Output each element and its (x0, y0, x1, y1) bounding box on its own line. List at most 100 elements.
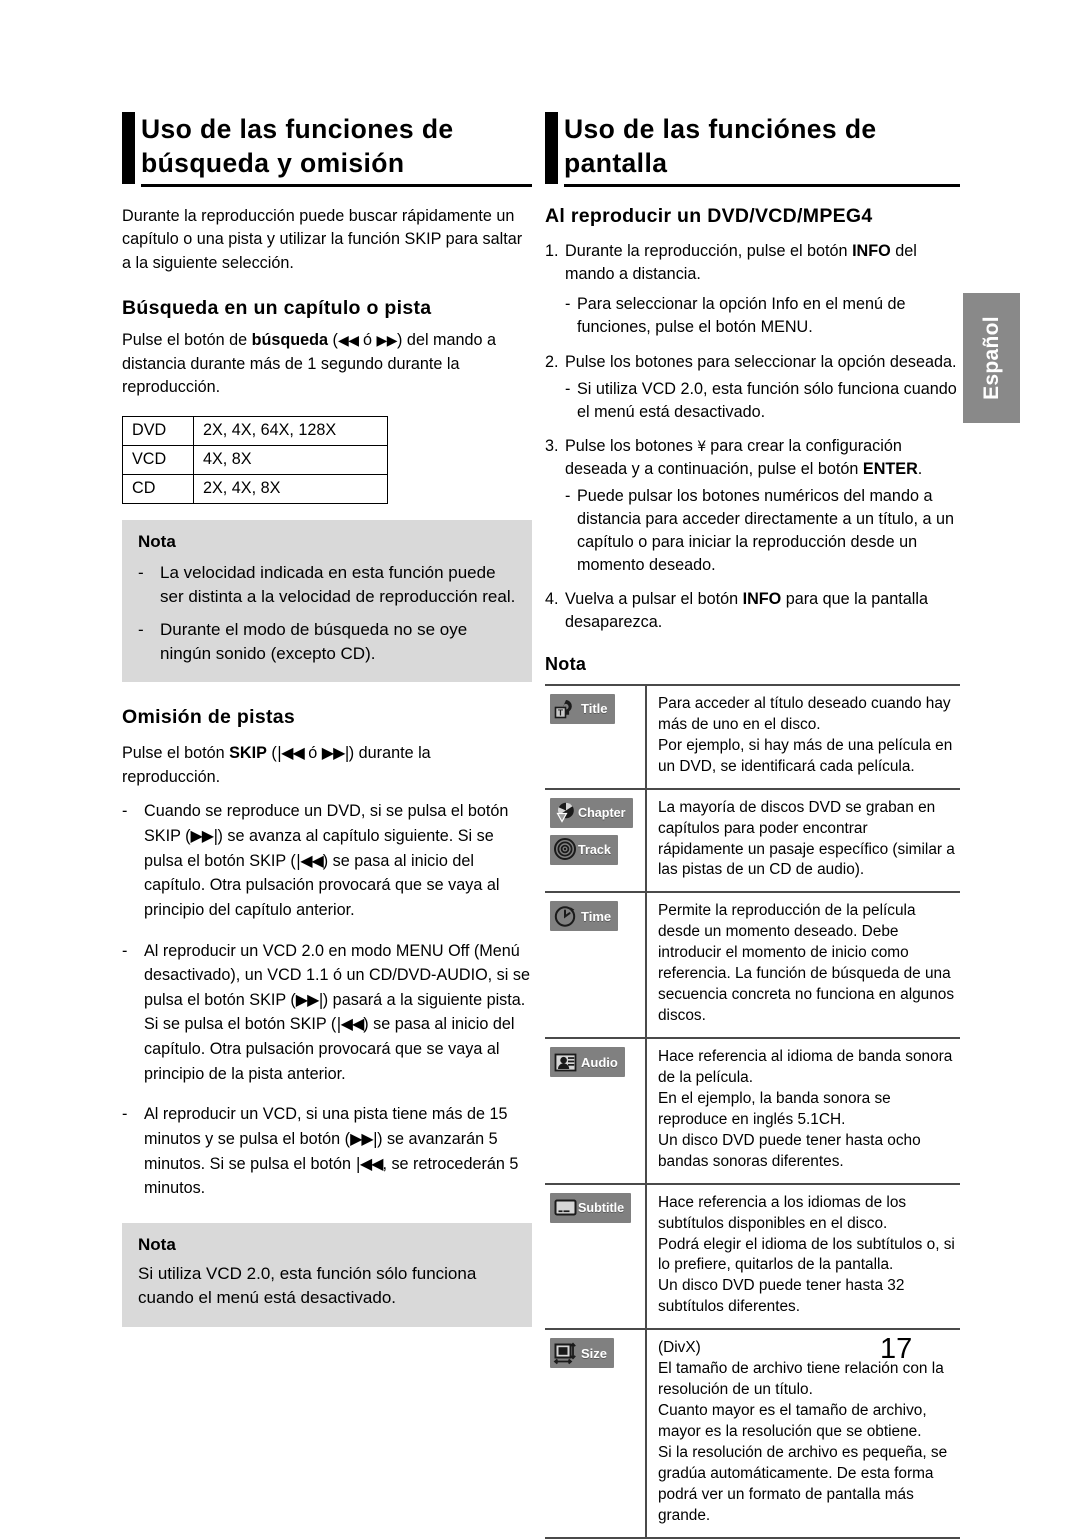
chapter-icon (553, 800, 578, 825)
manual-page: Uso de las funciones de búsqueda y omisi… (0, 0, 1080, 1539)
step-3-sub: - Puede pulsar los botones numéricos del… (565, 485, 960, 577)
list-item: - Al reproducir un VCD 2.0 en modo MENU … (122, 939, 532, 1087)
language-tab: Español (963, 293, 1020, 423)
list-item-text: Al reproducir un VCD, si una pista tiene… (144, 1102, 532, 1201)
table-row: CD 2X, 4X, 8X (122, 473, 388, 504)
legend-desc-cell: Para acceder al título deseado cuando ha… (646, 683, 960, 790)
legend-line: Permite la reproducción de la película d… (658, 902, 955, 1025)
step-sub-text: Puede pulsar los botones numéricos del m… (577, 486, 955, 574)
skip-next-icon: ▶▶| (321, 743, 350, 763)
time-badge-label: Time (581, 908, 612, 924)
step3-a: Pulse los botones (565, 436, 698, 455)
audio-icon (553, 1050, 578, 1075)
table-row: DVD 2X, 4X, 64X, 128X (122, 415, 388, 446)
legend-line: Un disco DVD puede tener hasta 32 subtít… (658, 1277, 905, 1316)
legend-line: Por ejemplo, si hay más de una película … (658, 736, 953, 775)
busqueda-bold: búsqueda (251, 331, 329, 350)
heading-accent-bar (122, 112, 135, 184)
step4-a: Vuelva a pulsar el botón (565, 589, 743, 608)
nota-title: Nota (138, 1234, 176, 1254)
skip-previous-icon: |◀◀ (355, 1153, 383, 1173)
nota-box-search: Nota - La velocidad indicada en esta fun… (122, 519, 532, 683)
subheading-busqueda: Búsqueda en un capítulo o pista (122, 297, 432, 320)
audio-badge: Audio (550, 1047, 625, 1077)
time-badge: Time (550, 901, 619, 932)
omision-lead-c: ( (266, 744, 277, 763)
left-column: Uso de las funciones de búsqueda y omisi… (122, 112, 532, 1328)
left-intro-paragraph: Durante la reproducción puede buscar ráp… (122, 206, 523, 272)
track-badge-label: Track (578, 842, 611, 857)
legend-icon-cell: Audio (545, 1038, 647, 1185)
nota-item-text: Durante el modo de búsqueda no se oye ni… (160, 620, 468, 664)
title-badge-label: Title (581, 701, 608, 717)
size-badge: Size (550, 1338, 615, 1369)
legend-line: Para acceder al título deseado cuando ha… (658, 694, 951, 733)
table-row: VCD 4X, 8X (122, 444, 388, 475)
legend-icon-cell: T Title (545, 683, 647, 790)
list-item: - Cuando se reproduce un DVD, si se puls… (122, 799, 532, 922)
language-tab-label: Español (979, 316, 1003, 400)
bullet-dash: - (122, 1105, 128, 1124)
bullet-dash: - (138, 562, 144, 582)
osd-icon-legend-table: T Title Para acceder al título deseado c… (545, 683, 960, 1539)
speed-format-dvd: DVD (122, 415, 194, 446)
legend-icon-cell: Time (545, 892, 647, 1039)
subheading-al-reproducir: Al reproducir un DVD/VCD/MPEG4 (545, 204, 873, 227)
busqueda-text-c: ( (328, 331, 338, 350)
legend-desc-cell: (DivX) El tamaño de archivo tiene relaci… (646, 1329, 960, 1539)
legend-line: Podrá elegir el idioma de los subtítulos… (658, 1235, 955, 1274)
subheading-omision: Omisión de pistas (122, 706, 296, 729)
table-row-audio: Audio Hace referencia al idioma de banda… (545, 1038, 960, 1185)
step3-c: . (917, 459, 923, 478)
skip-next-icon: ▶▶| (190, 826, 218, 846)
subtitle-badge-label: Subtitle (578, 1200, 625, 1215)
step-2-sub: - Si utiliza VCD 2.0, esta función sólo … (565, 378, 960, 424)
busqueda-text-a: Pulse el botón de (122, 331, 252, 350)
nota-box-skip: Nota Si utiliza VCD 2.0, esta función só… (122, 1222, 532, 1328)
nota-text: Si utiliza VCD 2.0, esta función sólo fu… (138, 1263, 477, 1308)
step-sub-text: Si utiliza VCD 2.0, esta función sólo fu… (577, 379, 957, 421)
right-heading-text: Uso de las funciónes de pantalla (564, 114, 877, 179)
step-number: 4. (545, 589, 559, 608)
busqueda-paragraph: Pulse el botón de búsqueda (◀◀ ó ▶▶) del… (122, 329, 532, 399)
subtitle-badge: Subtitle (550, 1192, 632, 1223)
legend-line: Si la resolución de archivo es pequeña, … (658, 1443, 948, 1524)
step2-b: para seleccionar la opción deseada. (697, 352, 957, 371)
nota-heading-right: Nota (545, 653, 587, 674)
nota-item: - La velocidad indicada en esta función … (138, 561, 516, 609)
size-icon (553, 1341, 578, 1366)
legend-icon-cell: Chapter Track (545, 788, 647, 894)
svg-text:T: T (558, 708, 564, 718)
bullet-dash: - (138, 620, 144, 640)
legend-line: Hace referencia a los idiomas de los sub… (658, 1193, 907, 1232)
list-item-text: Al reproducir un VCD 2.0 en modo MENU Of… (144, 939, 532, 1087)
title-badge: T Title (550, 693, 615, 724)
step-text: Pulse los botones ¥ para crear la config… (565, 435, 960, 481)
step-number: 2. (545, 352, 559, 371)
fast-forward-icon: ▶▶ (376, 333, 398, 350)
left-heading-text: Uso de las funciones de búsqueda y omisi… (141, 114, 454, 179)
title-icon: T (553, 696, 578, 721)
skip-previous-icon: |◀◀ (295, 850, 324, 870)
table-row-title: T Title Para acceder al título deseado c… (545, 683, 960, 790)
skip-bold: SKIP (229, 744, 267, 763)
legend-line: En el ejemplo, la banda sonora se reprod… (658, 1089, 891, 1128)
right-section-heading: Uso de las funciónes de pantalla (545, 112, 960, 187)
heading-rule (564, 183, 960, 187)
speed-values-dvd: 2X, 4X, 64X, 128X (193, 415, 388, 446)
speed-format-cd: CD (122, 473, 194, 504)
busqueda-o: ó (358, 331, 377, 350)
nota-title: Nota (138, 531, 176, 551)
right-column: Uso de las funciónes de pantalla Al repr… (545, 112, 960, 1539)
rewind-icon: ◀◀ (337, 333, 359, 350)
step-text: Pulse los botones para seleccionar la op… (565, 351, 956, 374)
legend-line: La mayoría de discos DVD se graban en ca… (658, 798, 955, 879)
list-item-text: Cuando se reproduce un DVD, si se pulsa … (144, 799, 532, 922)
step-1: 1. Durante la reproducción, pulse el bot… (545, 240, 960, 286)
step-4: 4. Vuelva a pulsar el botón INFO para qu… (545, 588, 960, 634)
leftright-arrows-icon: ¥ (697, 438, 706, 455)
search-speed-table: DVD 2X, 4X, 64X, 128X VCD 4X, 8X CD 2X, … (122, 415, 388, 504)
omision-lead-paragraph: Pulse el botón SKIP (|◀◀ ó ▶▶|) durante … (122, 741, 532, 789)
speed-values-cd: 2X, 4X, 8X (193, 473, 388, 504)
subtitle-icon (553, 1195, 578, 1220)
